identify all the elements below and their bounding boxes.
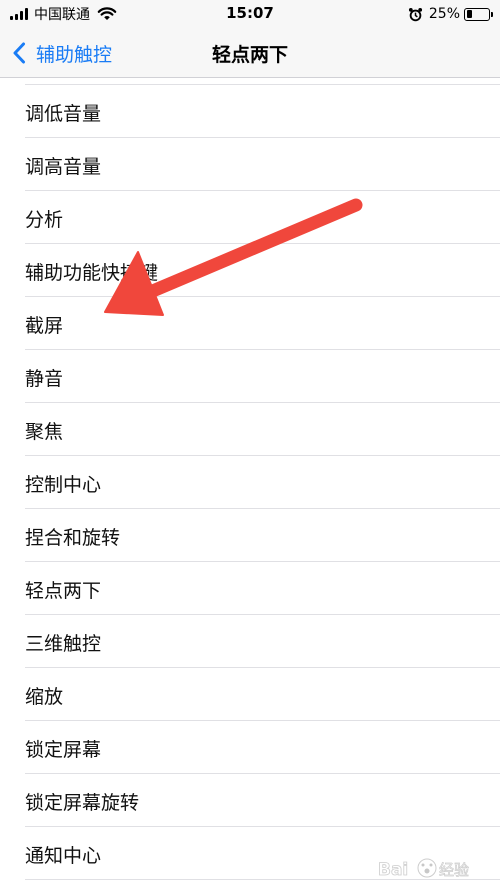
list-item[interactable]: 静音 (0, 350, 500, 403)
alarm-icon (408, 7, 422, 21)
list-item[interactable]: 轻点两下 (0, 562, 500, 615)
action-list: 调低音量调高音量分析辅助功能快捷键 截屏静音聚焦控制中心捏合和旋转轻点两下三维触控… (0, 78, 500, 889)
status-bar: 中国联通 15:07 25% (0, 0, 500, 28)
list-item-label: 轻点两下 (25, 580, 102, 602)
list-item-label: 三维触控 (25, 633, 102, 655)
list-item[interactable]: 辅助功能快捷键 (0, 244, 500, 297)
svg-text:Bai: Bai (378, 860, 408, 880)
list-item[interactable]: 控制中心 (0, 456, 500, 509)
list-item-label: 静音 (25, 368, 64, 390)
list-item[interactable]: 锁定屏幕旋转 (0, 774, 500, 827)
battery-percentage: 25% (428, 6, 460, 22)
page-title: 轻点两下 (211, 44, 288, 66)
list-item[interactable]: 截屏 (0, 297, 500, 350)
list-item[interactable]: 缩放 (0, 668, 500, 721)
battery-icon (464, 7, 493, 21)
battery-level-fill (466, 10, 472, 18)
list-item-label: 辅助功能快捷键 (25, 262, 159, 284)
list-item[interactable]: 聚焦 (0, 403, 500, 456)
list-item-label: 控制中心 (25, 474, 102, 496)
list-item-label: 锁定屏幕旋转 (25, 792, 140, 814)
list-item-label: 通知中心 (25, 845, 102, 867)
list-item-label: 捏合和旋转 (25, 527, 121, 549)
list-item[interactable]: 三维触控 (0, 615, 500, 668)
list-item-label: 截屏 (25, 315, 64, 337)
watermark-logo: Bai 经验 (378, 858, 469, 880)
list-item[interactable]: 锁定屏幕 (0, 721, 500, 774)
list-item-label: 聚焦 (25, 421, 64, 443)
list-item[interactable]: 分析 (0, 191, 500, 244)
list-item[interactable]: 捏合和旋转 (0, 509, 500, 562)
svg-text:经验: 经验 (439, 861, 469, 879)
list-item-label: 调低音量 (25, 103, 102, 125)
list-item-label: 分析 (25, 209, 64, 231)
navigation-bar: 辅助触控 轻点两下 (0, 28, 500, 78)
list-item-label: 缩放 (25, 686, 64, 708)
baidu-jingyan-watermark: Bai 经验 (376, 853, 486, 883)
list-item[interactable]: 调低音量 (0, 85, 500, 138)
status-right: 25% (408, 5, 493, 23)
list-item-label: 锁定屏幕 (25, 739, 102, 761)
list-item[interactable]: 调高音量 (0, 138, 500, 191)
list-item-label: 调高音量 (25, 156, 102, 178)
